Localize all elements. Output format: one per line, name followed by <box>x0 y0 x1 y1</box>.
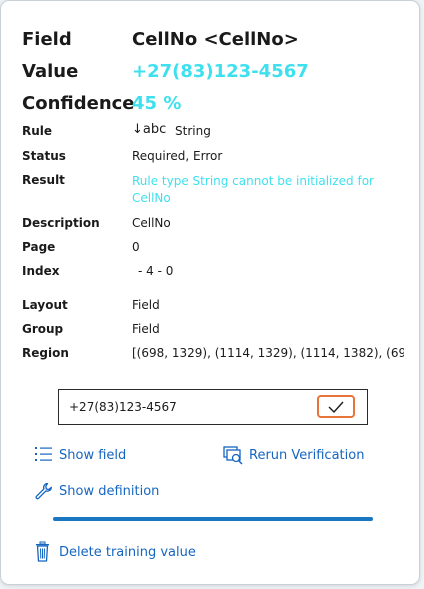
rerun-verification-label: Rerun Verification <box>249 448 365 463</box>
group-label: Group <box>22 322 64 336</box>
show-field-button[interactable]: Show field <box>34 445 134 467</box>
result-value: Rule type String cannot be initialized f… <box>132 174 374 205</box>
layout-label: Layout <box>22 298 68 312</box>
index-label: Index <box>22 264 60 278</box>
field-value: CellNo <CellNo> <box>132 29 299 50</box>
delete-training-value-button[interactable]: Delete training value <box>34 541 204 563</box>
checkmark-icon <box>328 401 344 414</box>
rule-type-icon: ↓abc <box>132 122 167 137</box>
progress-bar <box>53 517 373 521</box>
delete-training-value-label: Delete training value <box>59 545 196 560</box>
confidence-label: Confidence <box>22 93 135 114</box>
list-icon <box>35 447 52 461</box>
rerun-verification-icon <box>223 446 243 465</box>
index-value: - 4 - 0 <box>138 264 174 278</box>
value-edit-field[interactable]: +27(83)123-4567 <box>58 389 368 425</box>
result-label: Result <box>22 173 65 187</box>
layout-value: Field <box>132 298 160 312</box>
description-value: CellNo <box>132 216 171 230</box>
status-value: Required, Error <box>132 149 223 163</box>
value-label: Value <box>22 61 79 82</box>
value-edit-text[interactable]: +27(83)123-4567 <box>69 400 177 414</box>
progress-bar-fill <box>53 517 373 521</box>
show-definition-button[interactable]: Show definition <box>34 481 174 503</box>
confirm-button[interactable] <box>317 395 355 418</box>
field-label: Field <box>22 29 72 50</box>
show-field-label: Show field <box>59 448 127 463</box>
rule-label: Rule <box>22 124 53 138</box>
field-details-panel: Field CellNo <CellNo> Value +27(83)123-4… <box>0 0 420 585</box>
status-label: Status <box>22 149 66 163</box>
region-value: [(698, 1329), (1114, 1329), (1114, 1382)… <box>132 346 404 360</box>
show-definition-label: Show definition <box>59 484 160 499</box>
wrench-icon <box>35 482 52 500</box>
description-label: Description <box>22 216 100 230</box>
value-value: +27(83)123-4567 <box>132 61 309 82</box>
trash-icon <box>36 541 49 562</box>
rerun-verification-button[interactable]: Rerun Verification <box>223 445 373 467</box>
page-value: 0 <box>132 240 140 254</box>
page-label: Page <box>22 240 56 254</box>
group-value: Field <box>132 322 160 336</box>
region-label: Region <box>22 346 69 360</box>
rule-value: String <box>175 124 211 138</box>
confidence-value: 45 % <box>132 93 182 114</box>
